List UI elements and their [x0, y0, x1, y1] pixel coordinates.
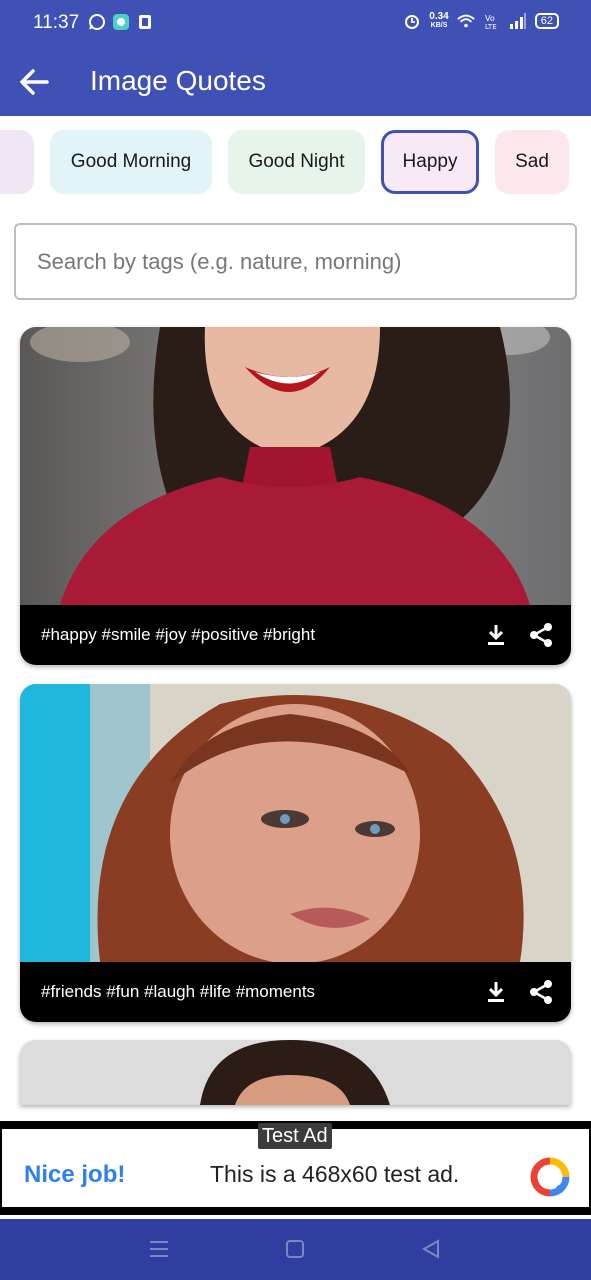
card-tags: #friends #fun #laugh #life #moments: [41, 982, 316, 1001]
card-footer: #happy #smile #joy #positive #bright: [20, 605, 571, 665]
chip-partial[interactable]: [0, 130, 34, 194]
chip-good-night[interactable]: Good Night: [228, 130, 365, 194]
net-speed-unit: KB/S: [430, 22, 448, 29]
app-bar: Image Quotes: [0, 48, 591, 116]
category-chips: Good Morning Good Night Happy Sad: [0, 130, 591, 194]
page-title: Image Quotes: [90, 65, 266, 96]
chip-good-morning[interactable]: Good Morning: [50, 130, 212, 194]
quote-image: [20, 327, 571, 605]
card-tags: #happy #smile #joy #positive #bright: [41, 625, 316, 644]
back-button[interactable]: [14, 62, 54, 102]
back-nav-icon[interactable]: [419, 1237, 443, 1261]
ad-logo-icon: [530, 1157, 570, 1197]
quote-image: [20, 684, 571, 962]
chip-happy[interactable]: Happy: [381, 130, 479, 194]
status-time: 11:37: [33, 12, 80, 33]
ad-label: Test Ad: [258, 1123, 332, 1149]
image-card[interactable]: #happy #smile #joy #positive #bright: [20, 327, 571, 665]
share-icon[interactable]: [527, 621, 555, 649]
volte-icon: VoLTE: [485, 14, 497, 30]
image-card[interactable]: [20, 1040, 571, 1105]
ad-headline: Nice job!: [24, 1161, 126, 1188]
chat-app-icon: [113, 14, 129, 30]
search-field[interactable]: [14, 223, 577, 300]
app-notification-icon: [139, 15, 151, 29]
quote-image: [20, 1040, 571, 1105]
arrow-left-icon: [20, 69, 49, 95]
net-speed-value: 0.34: [429, 11, 449, 22]
ad-text: This is a 468x60 test ad.: [210, 1161, 460, 1187]
status-right: 0.34 KB/S Vo LTE 62: [403, 12, 559, 30]
svg-text:LTE: LTE: [485, 23, 497, 30]
download-icon[interactable]: [483, 979, 509, 1005]
alarm-icon: [405, 15, 420, 29]
system-nav-bar: [0, 1219, 591, 1280]
search-input[interactable]: [16, 225, 575, 298]
chip-sad[interactable]: Sad: [495, 130, 569, 194]
signal-icon: [509, 13, 526, 29]
home-icon[interactable]: [283, 1237, 307, 1261]
share-icon[interactable]: [527, 978, 555, 1006]
card-footer: #friends #fun #laugh #life #moments: [20, 962, 571, 1022]
svg-text:Vo: Vo: [485, 14, 495, 23]
network-speed: 0.34 KB/S: [429, 12, 448, 30]
wifi-icon: [457, 14, 475, 28]
status-bar: 11:37 0.34 KB/S Vo LTE 62: [0, 0, 591, 48]
menu-icon[interactable]: [147, 1237, 171, 1261]
image-card[interactable]: #friends #fun #laugh #life #moments: [20, 684, 571, 1022]
whatsapp-icon: [89, 14, 105, 30]
battery-indicator: 62: [534, 13, 559, 29]
download-icon[interactable]: [483, 622, 509, 648]
notification-icons: [88, 13, 154, 31]
